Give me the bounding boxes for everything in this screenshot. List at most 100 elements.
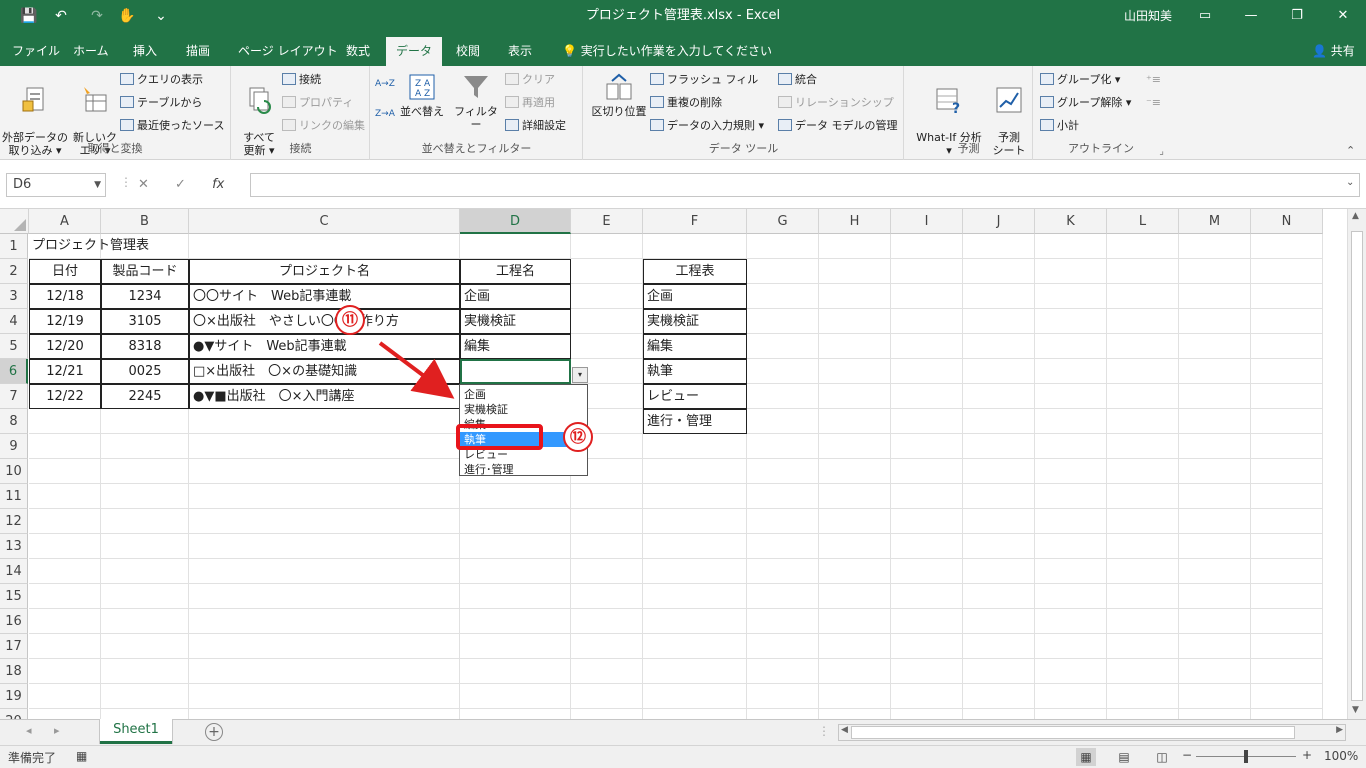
grid-cell[interactable] (643, 459, 747, 484)
row-header-16[interactable]: 16 (0, 609, 28, 634)
column-header-j[interactable]: J (963, 209, 1035, 234)
grid-cell[interactable] (29, 509, 101, 534)
tab-home[interactable]: ホーム (63, 37, 119, 66)
macro-record-icon[interactable]: ▦ (76, 749, 87, 763)
grid-cell[interactable] (101, 409, 189, 434)
grid-cell[interactable] (1179, 284, 1251, 309)
grid-cell[interactable] (1107, 459, 1179, 484)
grid-cell[interactable] (891, 559, 963, 584)
grid-cell[interactable] (1107, 609, 1179, 634)
grid-cell[interactable] (891, 334, 963, 359)
grid-cell[interactable] (963, 559, 1035, 584)
grid-cell[interactable] (819, 384, 891, 409)
grid-cell[interactable] (1251, 559, 1323, 584)
column-header-a[interactable]: A (29, 209, 101, 234)
grid-cell[interactable] (1251, 284, 1323, 309)
next-sheet-icon[interactable]: ▸ (54, 724, 60, 737)
grid-cell[interactable] (1035, 709, 1107, 719)
collapse-ribbon-icon[interactable]: ⌃ (1346, 144, 1355, 157)
grid-cell[interactable] (643, 509, 747, 534)
insert-function-icon[interactable]: fx (212, 177, 224, 192)
grid-cell[interactable] (819, 409, 891, 434)
grid-cell[interactable] (1035, 284, 1107, 309)
grid-cell[interactable] (571, 534, 643, 559)
row-header-5[interactable]: 5 (0, 334, 28, 359)
grid-cell[interactable] (571, 284, 643, 309)
process-list-cell[interactable]: 執筆 (643, 359, 747, 384)
page-layout-view-icon[interactable]: ▤ (1114, 748, 1134, 766)
grid-cell[interactable] (1035, 534, 1107, 559)
grid-cell[interactable] (1251, 584, 1323, 609)
grid-cell[interactable] (571, 659, 643, 684)
grid-cell[interactable] (643, 659, 747, 684)
row-header-17[interactable]: 17 (0, 634, 28, 659)
grid-cell[interactable] (189, 409, 460, 434)
share-button[interactable]: 👤 共有 (1312, 37, 1355, 66)
active-cell-d6[interactable] (460, 359, 571, 384)
grid-cell[interactable] (571, 334, 643, 359)
show-detail-icon[interactable]: ⁺≡ (1146, 70, 1161, 90)
row-header-13[interactable]: 13 (0, 534, 28, 559)
grid-cell[interactable] (1107, 384, 1179, 409)
grid-cell[interactable] (1251, 484, 1323, 509)
grid-cell[interactable] (1107, 359, 1179, 384)
grid-cell[interactable] (963, 359, 1035, 384)
grid-cell[interactable] (643, 234, 747, 259)
process-list-cell[interactable]: 企画 (643, 284, 747, 309)
zoom-slider-thumb[interactable] (1244, 750, 1248, 763)
column-header-n[interactable]: N (1251, 209, 1323, 234)
grid-cell[interactable] (1251, 309, 1323, 334)
grid-cell[interactable] (101, 659, 189, 684)
column-header-m[interactable]: M (1179, 209, 1251, 234)
dropdown-option[interactable]: 企画 (460, 387, 587, 402)
data-cell[interactable]: 12/21 (29, 359, 101, 384)
reapply-button[interactable]: 再適用 (505, 93, 555, 113)
grid-cell[interactable] (963, 634, 1035, 659)
grid-cell[interactable] (1107, 534, 1179, 559)
grid-cell[interactable] (891, 609, 963, 634)
column-header-i[interactable]: I (891, 209, 963, 234)
grid-cell[interactable] (891, 234, 963, 259)
grid-cell[interactable] (1179, 684, 1251, 709)
normal-view-icon[interactable]: ▦ (1076, 748, 1096, 766)
grid-cell[interactable] (1035, 659, 1107, 684)
grid-cell[interactable] (1107, 259, 1179, 284)
tab-insert[interactable]: 挿入 (123, 37, 167, 66)
grid-cell[interactable] (963, 334, 1035, 359)
column-header-b[interactable]: B (101, 209, 189, 234)
row-header-3[interactable]: 3 (0, 284, 28, 309)
grid-cell[interactable] (571, 709, 643, 719)
row-header-18[interactable]: 18 (0, 659, 28, 684)
grid-cell[interactable] (747, 334, 819, 359)
data-cell[interactable]: 企画 (460, 284, 571, 309)
name-box[interactable]: D6 ▼ (6, 173, 106, 197)
grid-cell[interactable] (571, 634, 643, 659)
grid-cell[interactable] (460, 634, 571, 659)
grid-cell[interactable] (1179, 709, 1251, 719)
grid-cell[interactable] (571, 234, 643, 259)
grid-cell[interactable] (819, 659, 891, 684)
dropdown-option[interactable]: 実機検証 (460, 402, 587, 417)
grid-cell[interactable] (1035, 634, 1107, 659)
grid-cell[interactable] (1179, 309, 1251, 334)
tab-draw[interactable]: 描画 (176, 37, 220, 66)
grid-cell[interactable] (1179, 534, 1251, 559)
data-cell[interactable]: 〇×出版社 やさしい〇〇の作り方 (189, 309, 460, 334)
data-cell[interactable]: 〇〇サイト Web記事連載 (189, 284, 460, 309)
sheet-title-cell[interactable]: プロジェクト管理表 (29, 234, 149, 259)
zoom-out-icon[interactable]: − (1182, 748, 1192, 762)
grid-cell[interactable] (1179, 409, 1251, 434)
tab-view[interactable]: 表示 (498, 37, 542, 66)
grid-cell[interactable] (571, 609, 643, 634)
process-list-cell[interactable]: 進行・管理 (643, 409, 747, 434)
grid-cell[interactable] (101, 559, 189, 584)
row-header-10[interactable]: 10 (0, 459, 28, 484)
grid-cell[interactable] (1035, 609, 1107, 634)
grid-cell[interactable] (891, 384, 963, 409)
data-cell[interactable]: 2245 (101, 384, 189, 409)
header-cell[interactable]: 製品コード (101, 259, 189, 284)
grid-cell[interactable] (1107, 684, 1179, 709)
column-header-k[interactable]: K (1035, 209, 1107, 234)
clear-filter-button[interactable]: クリア (505, 70, 555, 90)
properties-button[interactable]: プロパティ (282, 93, 353, 113)
